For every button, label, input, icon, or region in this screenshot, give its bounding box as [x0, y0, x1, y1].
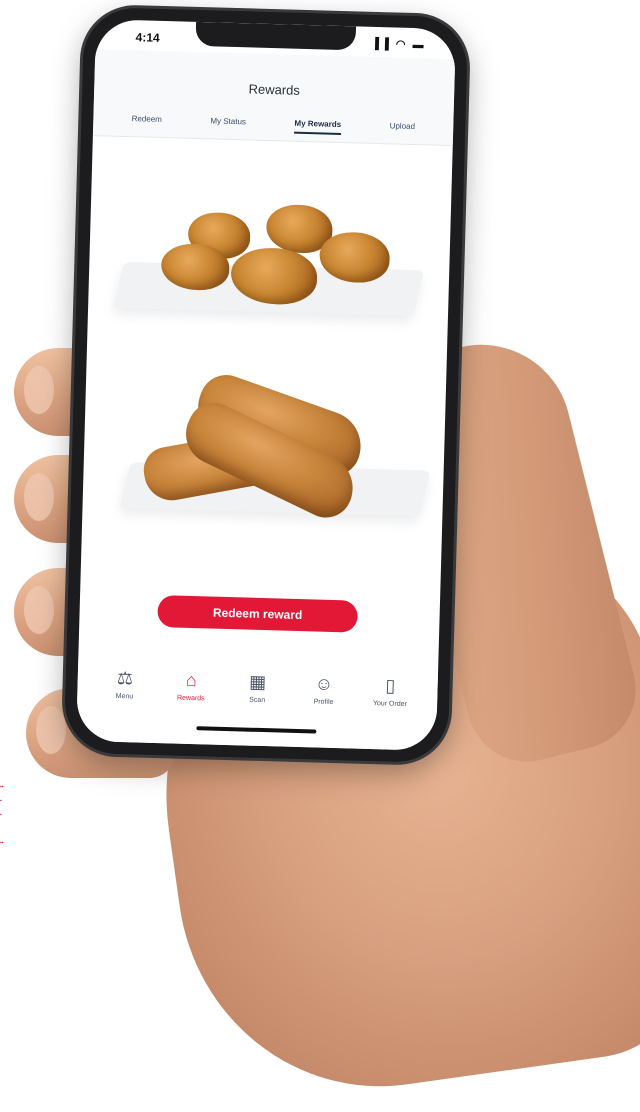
page-title: Rewards: [248, 81, 301, 98]
nav-item-menu[interactable]: ⚖ Menu: [99, 665, 150, 700]
nav-item-scan[interactable]: ▦ Scan: [232, 669, 283, 704]
margin-scribble: ▪▪ ▪ ▪ ▪▪: [0, 784, 4, 846]
nav-label: Profile: [313, 698, 334, 707]
bottom-nav: ⚖ Menu ⌂ Rewards ▦ Scan ☺ Profile ▯ Your…: [75, 656, 439, 751]
chicken-strips-image: [82, 367, 446, 539]
nav-label: Your Order: [372, 700, 407, 709]
tab-bar: Redeem My Status My Rewards Upload: [93, 113, 453, 136]
signal-wifi-battery-icon: ▐▐ ◠ ▬: [371, 37, 426, 52]
home-indicator[interactable]: [196, 726, 317, 734]
nuggets-image: [87, 169, 452, 349]
nav-label: Rewards: [176, 694, 205, 703]
phone-device: 4:14 ▐▐ ◠ ▬ Rewards Redeem My Status My …: [63, 6, 469, 764]
tab-upload[interactable]: Upload: [389, 121, 416, 135]
rewards-header: Rewards Redeem My Status My Rewards Uplo…: [92, 49, 456, 147]
qr-code-icon: ▦: [248, 671, 267, 693]
tab-my-status[interactable]: My Status: [210, 116, 246, 130]
nav-label: Menu: [115, 692, 134, 701]
bag-icon: ▯: [385, 675, 396, 696]
user-icon: ☺: [314, 673, 334, 694]
nav-label: Scan: [249, 696, 266, 705]
status-time: 4:14: [135, 30, 160, 45]
nav-item-profile[interactable]: ☺ Profile: [298, 671, 349, 706]
gift-icon: ⌂: [185, 669, 198, 691]
tab-redeem[interactable]: Redeem: [131, 114, 162, 128]
redeem-reward-button[interactable]: Redeem reward: [157, 595, 359, 633]
nav-item-your-order[interactable]: ▯ Your Order: [365, 673, 416, 708]
tab-my-rewards[interactable]: My Rewards: [294, 119, 341, 133]
app-screen: 4:14 ▐▐ ◠ ▬ Rewards Redeem My Status My …: [75, 19, 457, 751]
fork-knife-icon: ⚖: [116, 667, 134, 689]
camera-notch: [195, 21, 357, 51]
nav-item-rewards[interactable]: ⌂ Rewards: [166, 667, 217, 703]
